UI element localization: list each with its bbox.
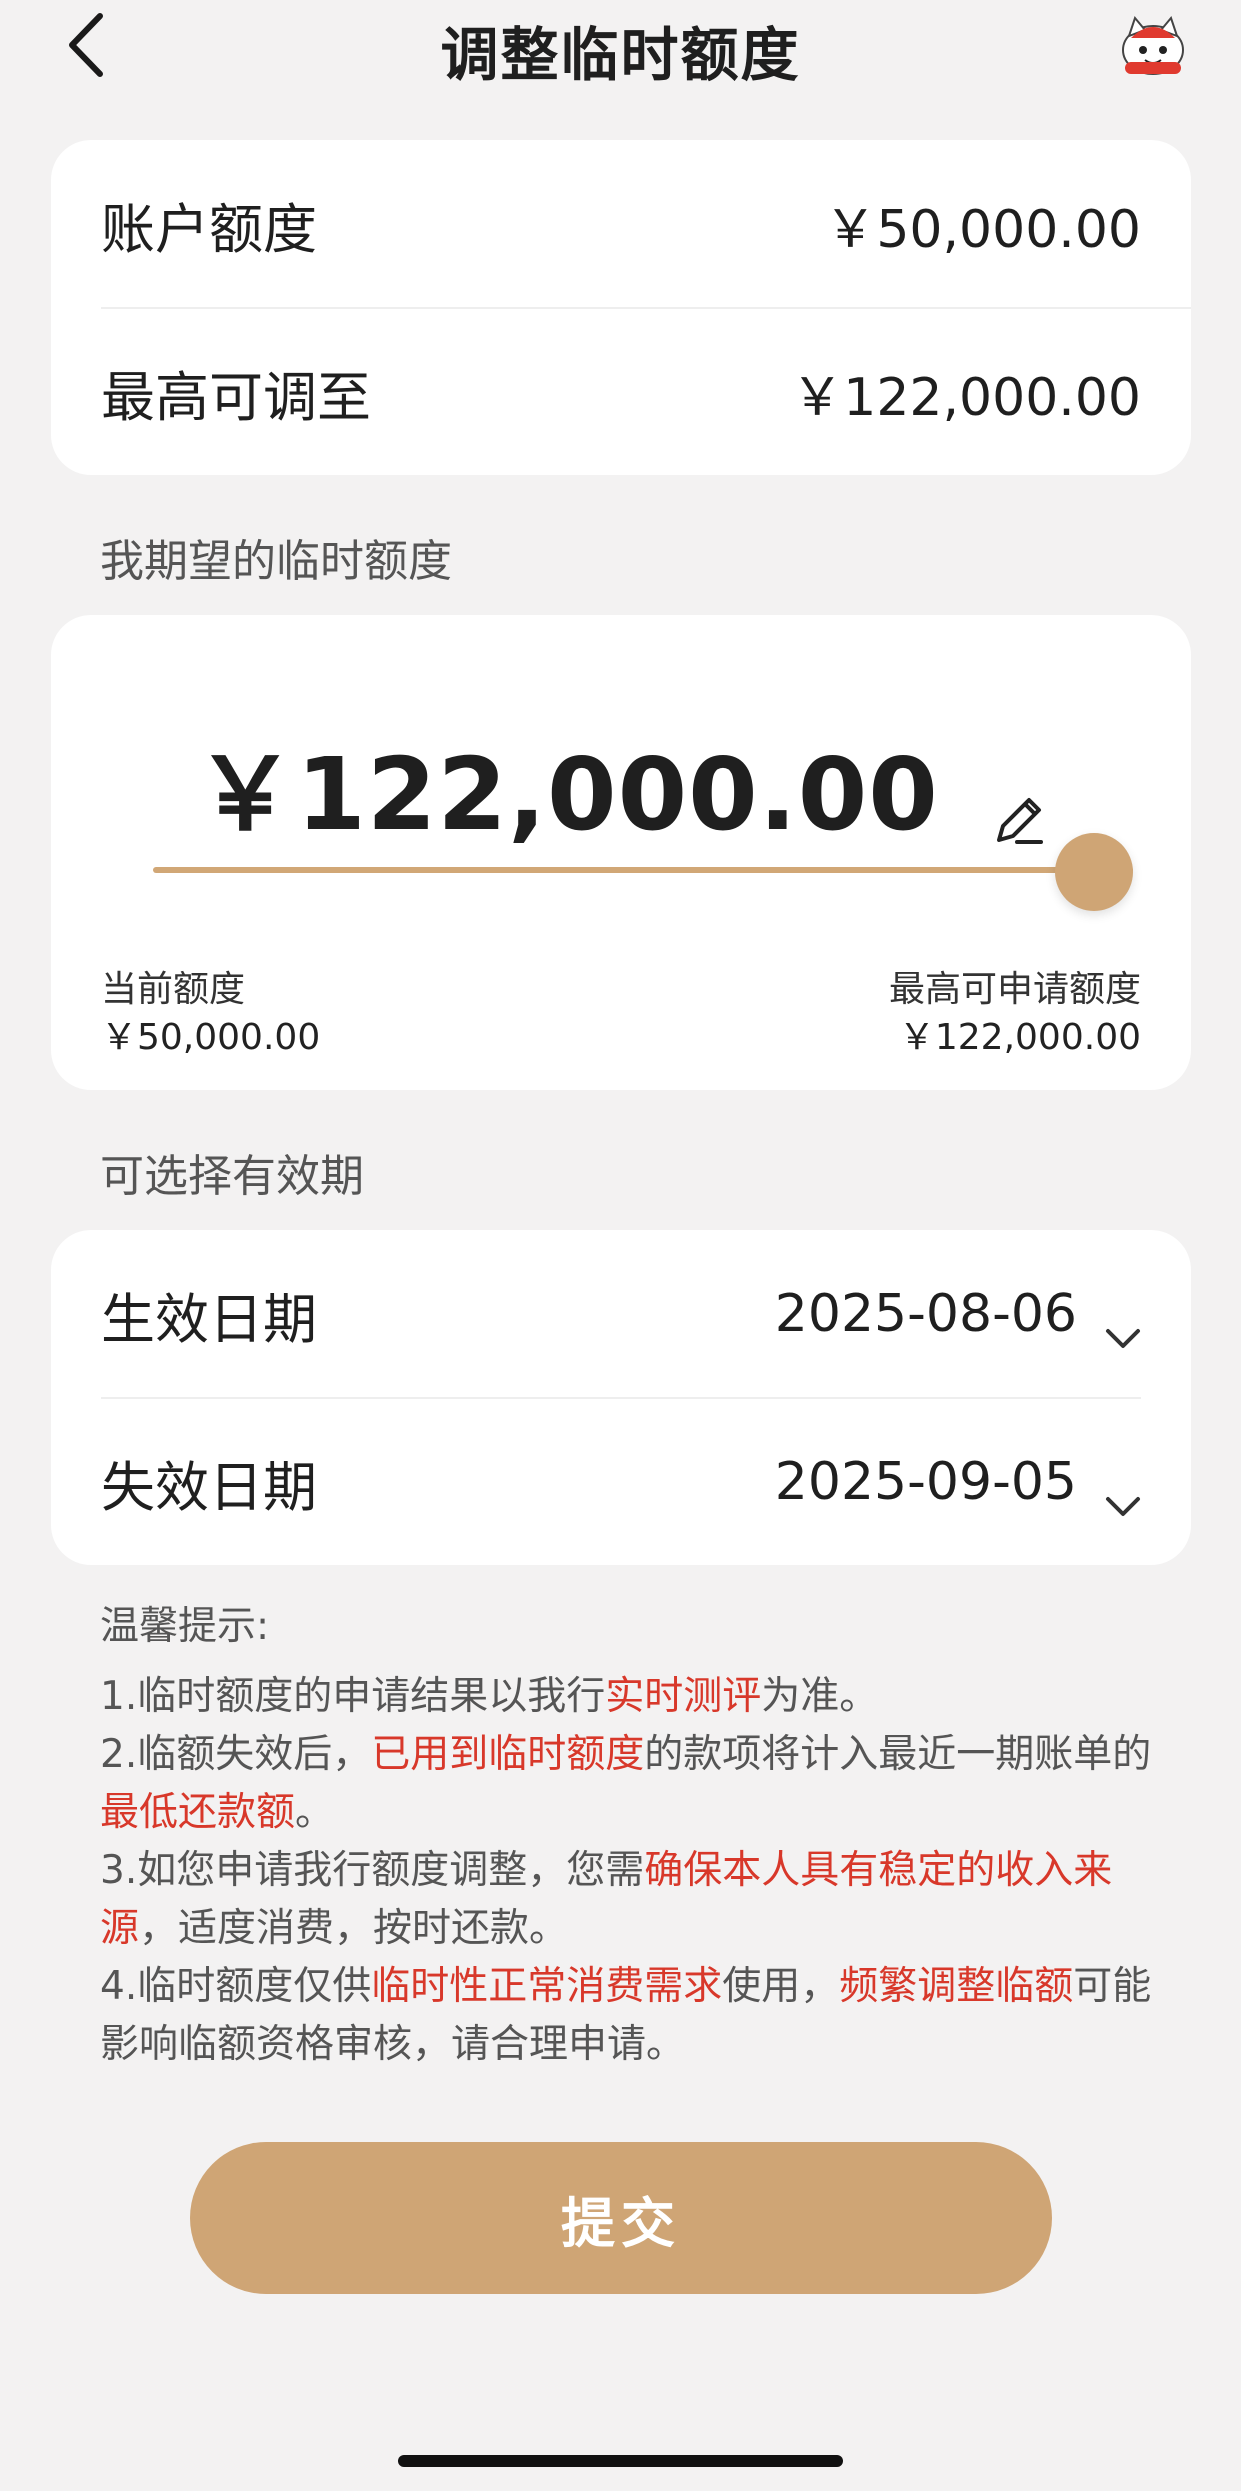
expected-limit-card: ￥122,000.00 当前额度 ￥50,000.00 最高可申请额度 ￥122… xyxy=(51,615,1191,1090)
effective-date-select[interactable]: 2025-08-06 xyxy=(774,1284,1141,1348)
expected-amount: ￥122,000.00 xyxy=(51,713,1191,858)
expiry-date-row[interactable]: 失效日期 2025-09-05 xyxy=(101,1398,1141,1566)
expiry-date-value: 2025-09-05 xyxy=(774,1452,1077,1512)
max-apply-label: 最高可申请额度 xyxy=(888,969,1141,1010)
account-limit-value: ￥50,000.00 xyxy=(824,199,1141,260)
expected-amount-value: ￥122,000.00 xyxy=(195,736,939,853)
chevron-down-icon xyxy=(1105,1471,1141,1516)
account-limit-label: 账户额度 xyxy=(101,197,317,261)
chevron-down-icon xyxy=(1105,1303,1141,1348)
limit-slider-track[interactable] xyxy=(153,867,1133,873)
max-adjust-value: ￥122,000.00 xyxy=(791,367,1141,428)
max-adjust-row: 最高可调至 ￥122,000.00 xyxy=(101,308,1141,476)
tip-1: 1.临时额度的申请结果以我行实时测评为准。 xyxy=(100,1674,879,1719)
tips-block: 温馨提示: 1.临时额度的申请结果以我行实时测评为准。 2.临额失效后，已用到临… xyxy=(100,1598,1160,2074)
tips-title: 温馨提示: xyxy=(100,1604,270,1649)
max-adjust-label: 最高可调至 xyxy=(101,365,371,429)
limit-slider-thumb[interactable] xyxy=(1055,833,1133,911)
expiry-date-select[interactable]: 2025-09-05 xyxy=(774,1452,1141,1516)
home-indicator xyxy=(398,2455,843,2467)
mascot-icon[interactable] xyxy=(1115,10,1191,80)
limit-summary-card: 账户额度 ￥50,000.00 最高可调至 ￥122,000.00 xyxy=(51,140,1191,475)
effective-date-label: 生效日期 xyxy=(101,1287,317,1351)
header: 调整临时额度 xyxy=(0,0,1241,90)
current-limit-label: 当前额度 xyxy=(101,969,246,1010)
expected-limit-section-label: 我期望的临时额度 xyxy=(100,536,452,587)
tip-2: 2.临额失效后，已用到临时额度的款项将计入最近一期账单的最低还款额。 xyxy=(100,1732,1152,1835)
account-limit-row: 账户额度 ￥50,000.00 xyxy=(101,140,1141,308)
submit-button[interactable]: 提交 xyxy=(190,2142,1052,2294)
max-apply-value: ￥122,000.00 xyxy=(898,1017,1141,1058)
tip-3: 3.如您申请我行额度调整，您需确保本人具有稳定的收入来源，适度消费，按时还款。 xyxy=(100,1848,1113,1951)
tip-4: 4.临时额度仅供临时性正常消费需求使用，频繁调整临额可能影响临额资格审核，请合理… xyxy=(100,1964,1152,2067)
effective-date-value: 2025-08-06 xyxy=(774,1284,1077,1344)
expiry-date-label: 失效日期 xyxy=(101,1455,317,1519)
current-limit-value: ￥50,000.00 xyxy=(101,1017,321,1058)
validity-period-card: 生效日期 2025-08-06 失效日期 2025-09-05 xyxy=(51,1230,1191,1565)
page-title: 调整临时额度 xyxy=(440,21,801,89)
pencil-icon[interactable] xyxy=(989,757,1047,844)
effective-date-row[interactable]: 生效日期 2025-08-06 xyxy=(101,1230,1141,1398)
period-section-label: 可选择有效期 xyxy=(100,1151,364,1202)
